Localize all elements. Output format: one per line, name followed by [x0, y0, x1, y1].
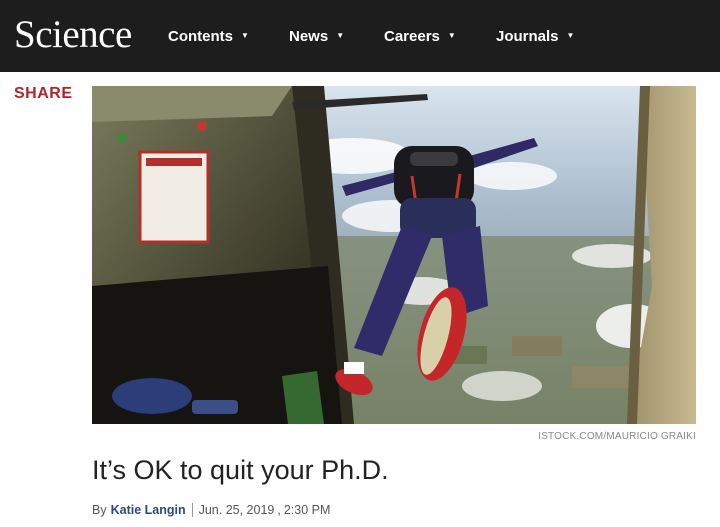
top-navigation-bar: Science Contents ▼ News ▼ Careers ▼ Jour…: [0, 0, 720, 72]
nav-item-journals[interactable]: Journals ▼: [496, 28, 574, 45]
nav-item-contents[interactable]: Contents ▼: [168, 28, 249, 45]
nav-item-news[interactable]: News ▼: [289, 28, 344, 45]
nav-label: News: [289, 27, 329, 45]
publish-date: Jun. 25, 2019: [198, 503, 275, 517]
byline: By Katie Langin Jun. 25, 2019 , 2:30 PM: [92, 503, 330, 517]
hero-image: [92, 86, 696, 424]
author-link[interactable]: Katie Langin: [111, 503, 186, 517]
science-logo[interactable]: Science: [14, 14, 132, 56]
chevron-down-icon: ▼: [241, 31, 249, 40]
nav-label: Careers: [384, 27, 440, 45]
nav-item-careers[interactable]: Careers ▼: [384, 28, 456, 45]
nav-label: Contents: [168, 27, 233, 45]
share-button[interactable]: SHARE: [14, 85, 73, 103]
byline-divider: [191, 503, 193, 517]
chevron-down-icon: ▼: [447, 31, 456, 40]
article-title: It’s OK to quit your Ph.D.: [92, 455, 389, 485]
image-credit: ISTOCK.COM/MAURICIO GRAIKI: [538, 431, 696, 442]
chevron-down-icon: ▼: [566, 31, 575, 40]
skydiver-photo: [92, 86, 696, 424]
date-separator: ,: [277, 503, 281, 517]
nav-label: Journals: [496, 27, 559, 45]
chevron-down-icon: ▼: [336, 31, 345, 40]
publish-time: 2:30 PM: [283, 503, 331, 517]
byline-prefix: By: [92, 503, 107, 517]
